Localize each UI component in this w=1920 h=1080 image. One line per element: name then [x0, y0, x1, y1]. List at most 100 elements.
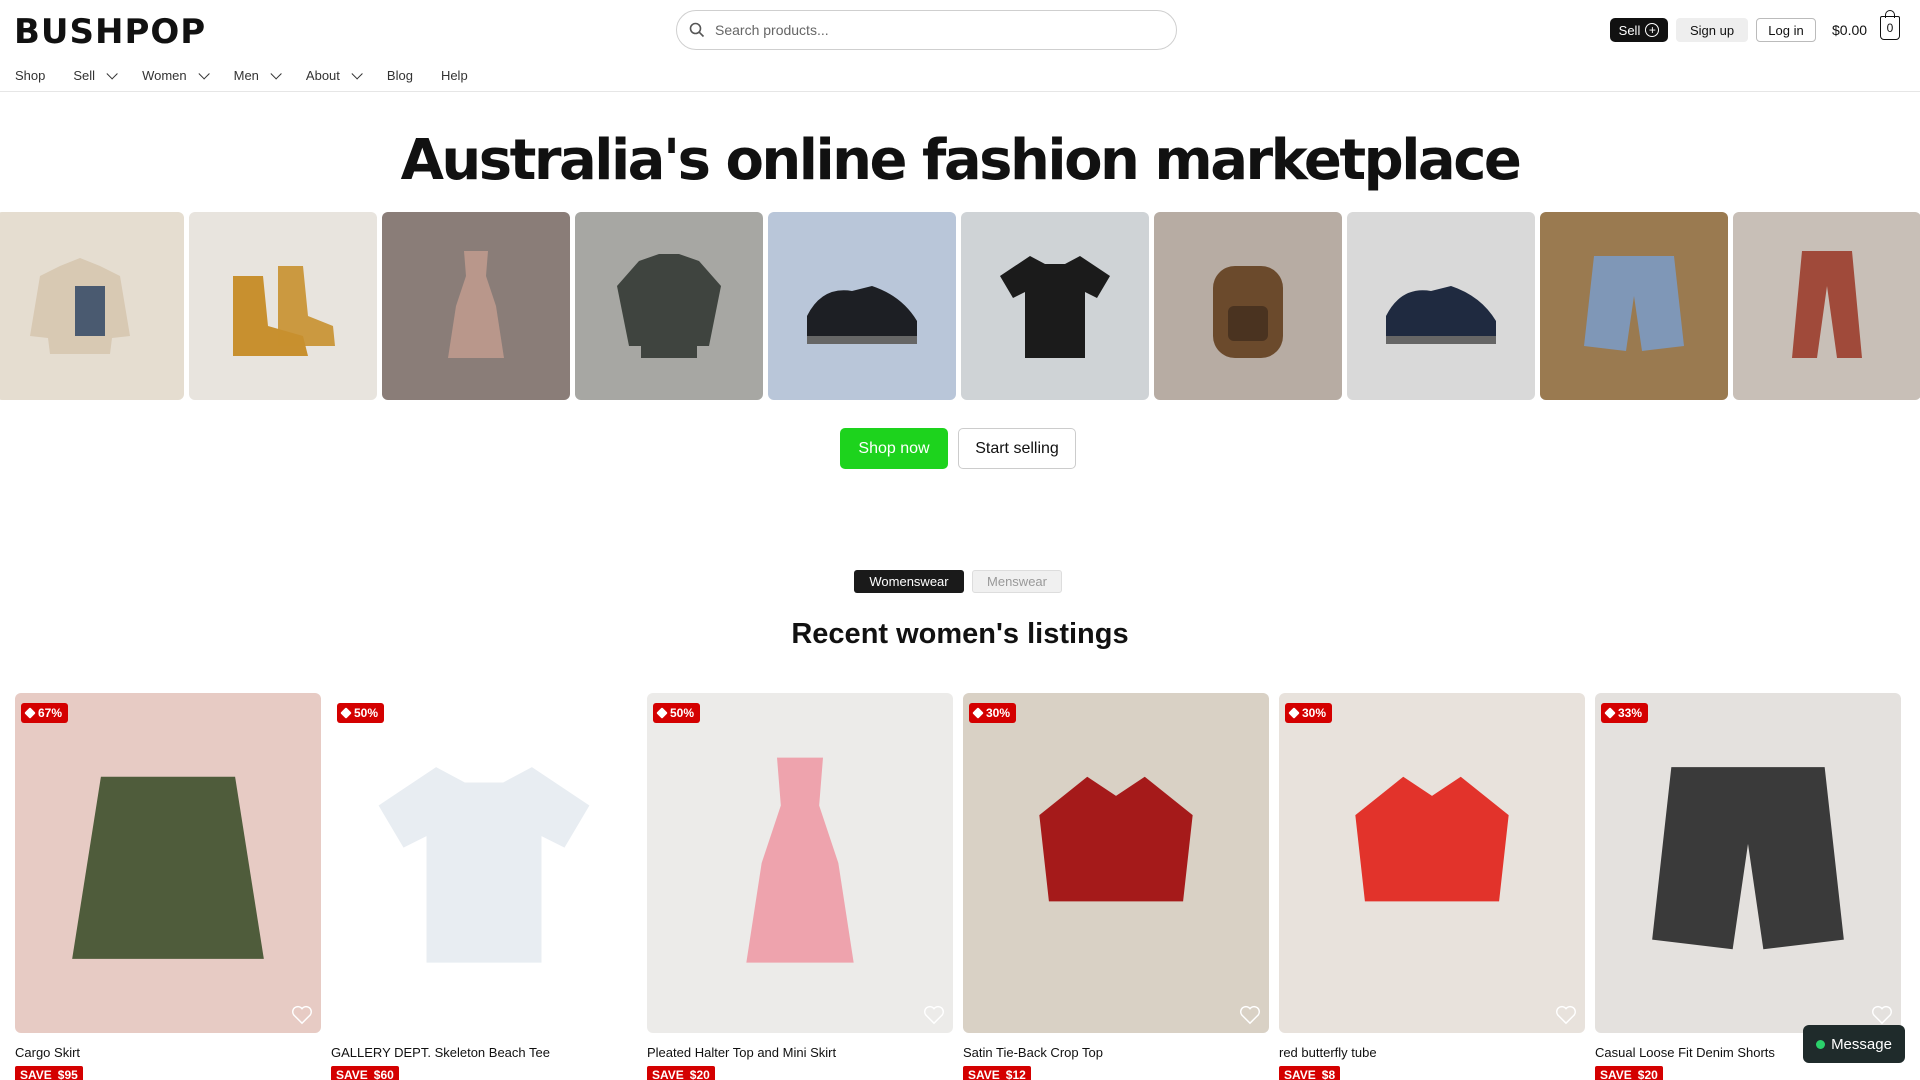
listing-image[interactable]: 50% [331, 693, 637, 1033]
crop-top-icon [1039, 776, 1193, 902]
hero-product-image[interactable] [189, 212, 377, 400]
start-selling-button[interactable]: Start selling [958, 428, 1076, 469]
signup-button[interactable]: Sign up [1676, 18, 1748, 42]
discount-value: 67% [38, 706, 63, 720]
cart-total[interactable]: $0.00 [1832, 22, 1867, 38]
hero-product-image[interactable] [0, 212, 184, 400]
listing-image[interactable]: 30% [1279, 693, 1585, 1033]
login-button[interactable]: Log in [1756, 18, 1816, 42]
online-status-dot [1816, 1039, 1826, 1049]
listing-title[interactable]: Satin Tie-Back Crop Top [963, 1045, 1269, 1060]
discount-badge: 50% [653, 703, 701, 723]
save-amount: $12 [1005, 1068, 1026, 1080]
fleece-jacket-icon [30, 258, 130, 354]
hero-product-image[interactable] [1733, 212, 1920, 400]
save-amount: $20 [1637, 1068, 1658, 1080]
discount-value: 33% [1618, 706, 1643, 720]
hero-product-image[interactable] [768, 212, 956, 400]
heart-icon[interactable] [291, 1005, 313, 1025]
nav-blog-label: Blog [386, 68, 413, 83]
main-nav: Shop Sell Women Men About Blog Help [15, 67, 496, 83]
discount-badge: 30% [1285, 703, 1333, 723]
sell-button[interactable]: Sell + [1610, 18, 1668, 42]
save-badge: SAVE $12 [963, 1066, 1031, 1080]
listing-card[interactable]: 30% red butterfly tube SAVE $8 [1279, 693, 1585, 1080]
search-icon [689, 22, 705, 38]
product-image-strip [0, 212, 1920, 402]
listing-image[interactable]: 33% [1595, 693, 1901, 1033]
sneaker-icon [1386, 286, 1496, 344]
nav-sell[interactable]: Sell [73, 67, 118, 83]
listing-card[interactable]: 50% Pleated Halter Top and Mini Skirt SA… [647, 693, 953, 1080]
nav-about[interactable]: About [305, 67, 363, 83]
message-button[interactable]: Message [1803, 1025, 1905, 1063]
hero-product-image[interactable] [1540, 212, 1728, 400]
skirt-icon [72, 776, 264, 959]
tshirt-icon [378, 767, 590, 963]
save-label: SAVE [968, 1068, 1000, 1080]
save-label: SAVE [652, 1068, 684, 1080]
heart-icon[interactable] [1239, 1005, 1261, 1025]
listing-card[interactable]: 33% Casual Loose Fit Denim Shorts SAVE $2… [1595, 693, 1901, 1080]
nav-women-label: Women [142, 68, 187, 83]
tab-womenswear[interactable]: Womenswear [854, 570, 964, 593]
message-label: Message [1831, 1035, 1892, 1053]
listing-title[interactable]: Cargo Skirt [15, 1045, 321, 1060]
heart-icon[interactable] [1871, 1005, 1893, 1025]
jacket-icon [617, 254, 721, 358]
listing-card[interactable]: 50% GALLERY DEPT. Skeleton Beach Tee SAV… [331, 693, 637, 1080]
heart-icon[interactable] [1555, 1005, 1577, 1025]
listing-card[interactable]: 30% Satin Tie-Back Crop Top SAVE $12 [963, 693, 1269, 1080]
hero-product-image[interactable] [1154, 212, 1342, 400]
chevron-down-icon [270, 67, 282, 80]
site-logo[interactable]: BUSHPOP [14, 12, 206, 52]
shop-now-button[interactable]: Shop now [840, 428, 948, 469]
heart-icon[interactable] [607, 1005, 629, 1025]
save-badge: SAVE $20 [1595, 1066, 1663, 1080]
search-input[interactable] [715, 22, 1155, 38]
listing-title[interactable]: GALLERY DEPT. Skeleton Beach Tee [331, 1045, 637, 1060]
nav-men[interactable]: Men [233, 67, 282, 83]
tshirt-icon [1000, 256, 1110, 358]
listing-card[interactable]: 67% Cargo Skirt SAVE $95 [15, 693, 321, 1080]
site-header: BUSHPOP Sell + Sign up Log in $0.00 0 Sh… [0, 0, 1920, 92]
save-label: SAVE [20, 1068, 52, 1080]
plus-icon: + [1645, 23, 1660, 37]
nav-help[interactable]: Help [441, 68, 468, 83]
nav-men-label: Men [233, 68, 259, 83]
nav-about-label: About [305, 68, 340, 83]
listing-image[interactable]: 30% [963, 693, 1269, 1033]
nav-blog[interactable]: Blog [387, 68, 413, 83]
discount-badge: 50% [337, 703, 385, 723]
boots-icon [233, 266, 335, 356]
chevron-down-icon [351, 67, 363, 80]
nav-women[interactable]: Women [142, 67, 210, 83]
hero-product-image[interactable] [575, 212, 763, 400]
hero-product-image[interactable] [382, 212, 570, 400]
save-amount: $8 [1321, 1068, 1336, 1080]
search-bar[interactable] [676, 10, 1177, 50]
heart-icon[interactable] [923, 1005, 945, 1025]
pants-icon [1792, 251, 1862, 358]
save-amount: $20 [689, 1068, 710, 1080]
listing-title[interactable]: red butterfly tube [1279, 1045, 1585, 1060]
listing-image[interactable]: 67% [15, 693, 321, 1033]
price-tag-icon [656, 707, 668, 719]
cart-icon[interactable]: 0 [1880, 10, 1900, 40]
hero-title: Australia's online fashion marketplace [400, 128, 1522, 193]
listing-title[interactable]: Pleated Halter Top and Mini Skirt [647, 1045, 953, 1060]
crop-top-icon [1355, 776, 1509, 902]
hero-product-image[interactable] [1347, 212, 1535, 400]
price-tag-icon [340, 707, 352, 719]
tab-menswear[interactable]: Menswear [972, 570, 1062, 593]
hero-product-image[interactable] [961, 212, 1149, 400]
shorts-icon [1584, 256, 1684, 351]
listing-image[interactable]: 50% [647, 693, 953, 1033]
nav-shop[interactable]: Shop [15, 68, 45, 83]
chevron-down-icon [198, 67, 210, 80]
price-tag-icon [24, 707, 36, 719]
nav-sell-label: Sell [73, 68, 96, 83]
discount-value: 30% [986, 706, 1011, 720]
save-amount: $95 [57, 1068, 78, 1080]
save-amount: $60 [373, 1068, 394, 1080]
